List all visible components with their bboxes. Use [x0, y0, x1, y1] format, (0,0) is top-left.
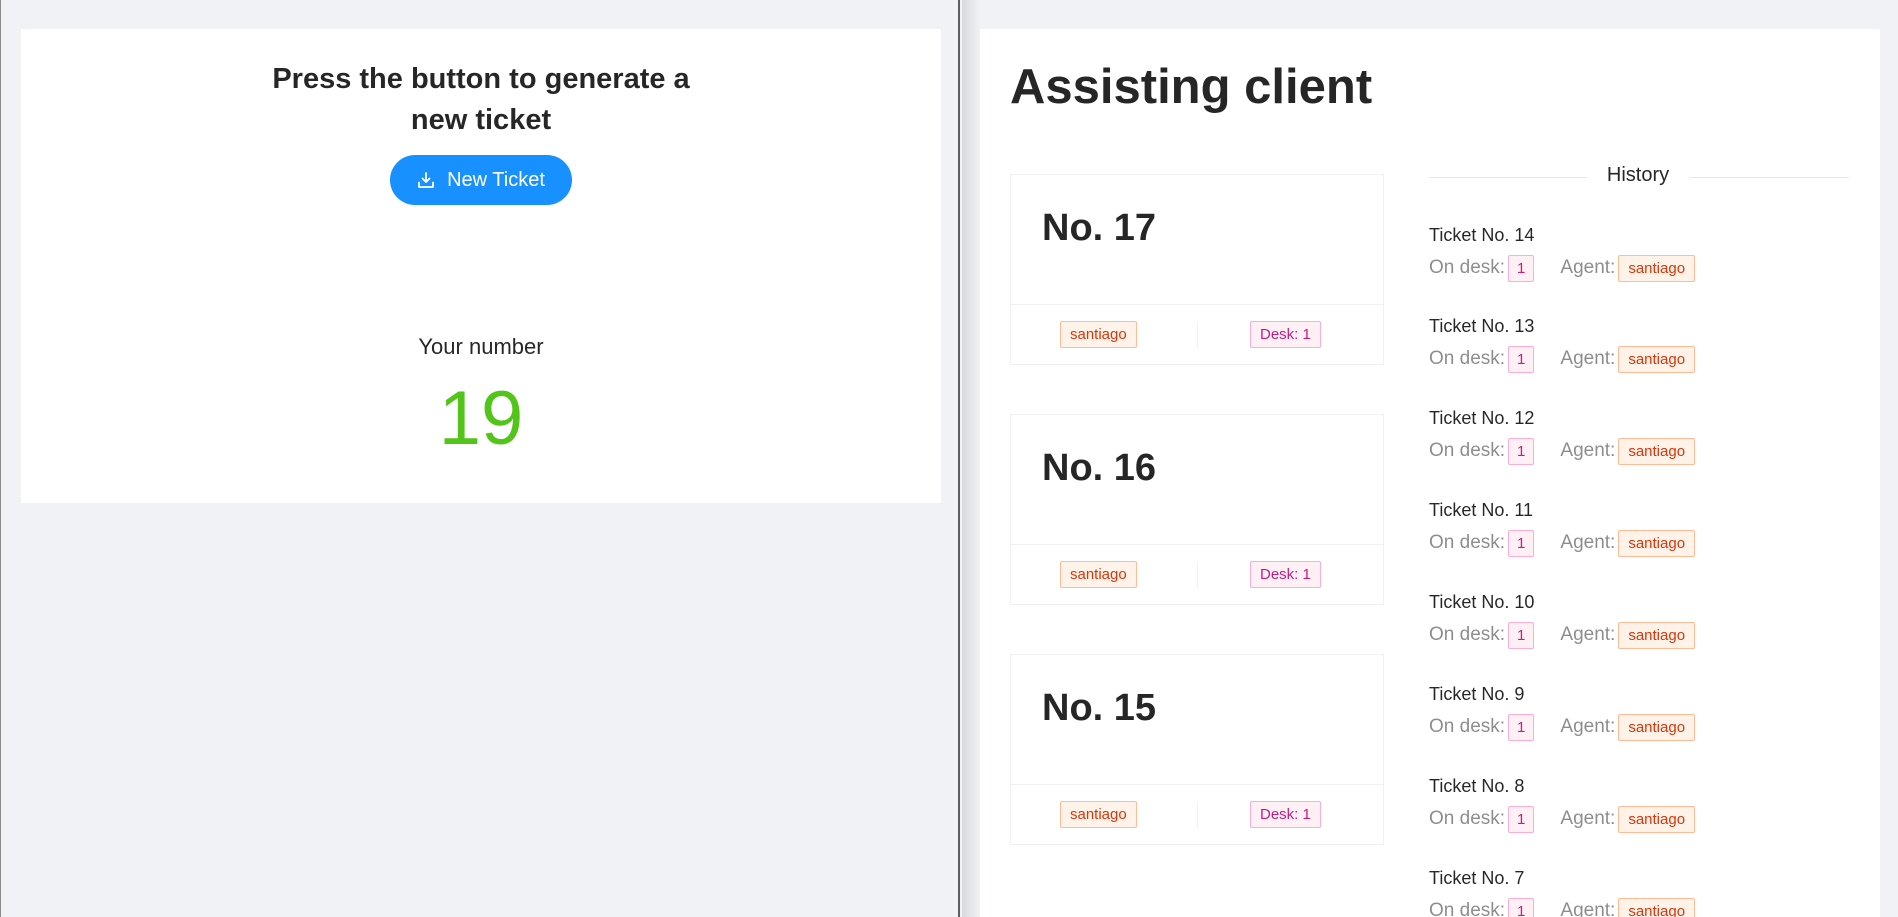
- agent-tag: santiago: [1618, 621, 1696, 649]
- on-desk-label: On desk:: [1429, 440, 1506, 461]
- ticket-card-actions: santiago Desk: 1: [1011, 544, 1383, 605]
- desk-tag: Desk: 1: [1250, 321, 1321, 348]
- ticket-card: No. 15 santiago Desk: 1: [1010, 654, 1384, 845]
- history-item-details: On desk: 1 Agent: santiago: [1429, 529, 1696, 557]
- actions-divider: [1197, 323, 1198, 348]
- on-desk-label: On desk:: [1429, 257, 1506, 278]
- ticket-number: No. 17: [1042, 207, 1157, 249]
- ticket-number: No. 15: [1042, 687, 1157, 729]
- desk-tag: Desk: 1: [1250, 801, 1321, 828]
- on-desk-label: On desk:: [1429, 532, 1506, 553]
- on-desk-label: On desk:: [1429, 716, 1506, 737]
- ticket-card-actions: santiago Desk: 1: [1011, 784, 1383, 845]
- generator-title: Press the button to generate a new ticke…: [272, 63, 690, 136]
- agent-tag: santiago: [1060, 321, 1137, 348]
- history-item-title: Ticket No. 9: [1429, 684, 1525, 704]
- window-shadow: [962, 0, 980, 917]
- desk-tag: 1: [1508, 805, 1535, 833]
- history-item-details: On desk: 1 Agent: santiago: [1429, 713, 1696, 741]
- agent-label: Agent:: [1560, 532, 1616, 553]
- ticket-card: No. 16 santiago Desk: 1: [1010, 414, 1384, 605]
- on-desk-label: On desk:: [1429, 808, 1506, 829]
- desk-tag: 1: [1508, 621, 1535, 649]
- history-item: Ticket No. 9 On desk: 1 Agent: santiago: [1429, 684, 1849, 764]
- history-item-details: On desk: 1 Agent: santiago: [1429, 621, 1696, 649]
- history-item: Ticket No. 7 On desk: 1 Agent: santiago: [1429, 868, 1849, 917]
- history-divider-line-left: [1429, 177, 1587, 178]
- actions-divider: [1197, 803, 1198, 828]
- history-divider-line-right: [1689, 177, 1849, 178]
- new-ticket-label: New Ticket: [447, 168, 545, 191]
- agent-label: Agent:: [1560, 716, 1616, 737]
- generator-window: Press the button to generate a new ticke…: [0, 0, 960, 917]
- agent-tag: santiago: [1618, 437, 1696, 465]
- agent-label: Agent:: [1560, 348, 1616, 369]
- ticket-card-actions: santiago Desk: 1: [1011, 304, 1383, 365]
- history-item: Ticket No. 8 On desk: 1 Agent: santiago: [1429, 776, 1849, 856]
- agent-tag: santiago: [1060, 561, 1137, 588]
- history-item-title: Ticket No. 8: [1429, 776, 1525, 796]
- on-desk-label: On desk:: [1429, 900, 1506, 917]
- generator-card: Press the button to generate a new ticke…: [21, 29, 941, 503]
- history-item-details: On desk: 1 Agent: santiago: [1429, 897, 1696, 917]
- history-item-details: On desk: 1 Agent: santiago: [1429, 345, 1696, 373]
- history-item: Ticket No. 12 On desk: 1 Agent: santiago: [1429, 408, 1849, 488]
- agent-tag: santiago: [1618, 254, 1696, 282]
- screen: Press the button to generate a new ticke…: [0, 0, 1898, 917]
- assist-window: Assisting client No. 17 santiago Desk: 1…: [962, 0, 1898, 917]
- agent-tag: santiago: [1618, 805, 1696, 833]
- desk-tag: Desk: 1: [1250, 561, 1321, 588]
- ticket-number: No. 16: [1042, 447, 1157, 489]
- desk-tag: 1: [1508, 437, 1535, 465]
- agent-tag: santiago: [1618, 713, 1696, 741]
- agent-label: Agent:: [1560, 257, 1616, 278]
- desk-tag: 1: [1508, 897, 1535, 917]
- history-item-title: Ticket No. 11: [1429, 500, 1534, 520]
- agent-label: Agent:: [1560, 624, 1616, 645]
- on-desk-label: On desk:: [1429, 348, 1506, 369]
- history-item-details: On desk: 1 Agent: santiago: [1429, 805, 1696, 833]
- desk-tag: 1: [1508, 345, 1535, 373]
- assist-panel: Assisting client No. 17 santiago Desk: 1…: [980, 29, 1880, 917]
- ticket-card: No. 17 santiago Desk: 1: [1010, 174, 1384, 365]
- desk-tag: 1: [1508, 713, 1535, 741]
- your-number-value: 19: [438, 376, 524, 461]
- history-item: Ticket No. 10 On desk: 1 Agent: santiago: [1429, 592, 1849, 672]
- history-item-details: On desk: 1 Agent: santiago: [1429, 254, 1696, 282]
- history-item: Ticket No. 14 On desk: 1 Agent: santiago: [1429, 225, 1849, 305]
- history-item-title: Ticket No. 10: [1429, 592, 1535, 612]
- agent-tag: santiago: [1618, 529, 1696, 557]
- agent-tag: santiago: [1060, 801, 1137, 828]
- history-item-title: Ticket No. 13: [1429, 316, 1535, 336]
- your-number-label: Your number: [418, 334, 544, 359]
- on-desk-label: On desk:: [1429, 624, 1506, 645]
- history-item-title: Ticket No. 12: [1429, 408, 1535, 428]
- download-icon: [417, 171, 435, 189]
- agent-label: Agent:: [1560, 900, 1616, 917]
- agent-label: Agent:: [1560, 808, 1616, 829]
- agent-label: Agent:: [1560, 440, 1616, 461]
- actions-divider: [1197, 563, 1198, 588]
- history-item: Ticket No. 11 On desk: 1 Agent: santiago: [1429, 500, 1849, 580]
- desk-tag: 1: [1508, 529, 1535, 557]
- history-item-title: Ticket No. 14: [1429, 225, 1535, 245]
- history-item-title: Ticket No. 7: [1429, 868, 1525, 888]
- agent-tag: santiago: [1618, 345, 1696, 373]
- new-ticket-button[interactable]: New Ticket: [390, 155, 572, 205]
- assist-title: Assisting client: [1010, 60, 1373, 114]
- history-title: History: [1606, 164, 1670, 186]
- agent-tag: santiago: [1618, 897, 1696, 917]
- history-item-details: On desk: 1 Agent: santiago: [1429, 437, 1696, 465]
- desk-tag: 1: [1508, 254, 1535, 282]
- history-item: Ticket No. 13 On desk: 1 Agent: santiago: [1429, 316, 1849, 396]
- history-divider: History: [1429, 162, 1849, 192]
